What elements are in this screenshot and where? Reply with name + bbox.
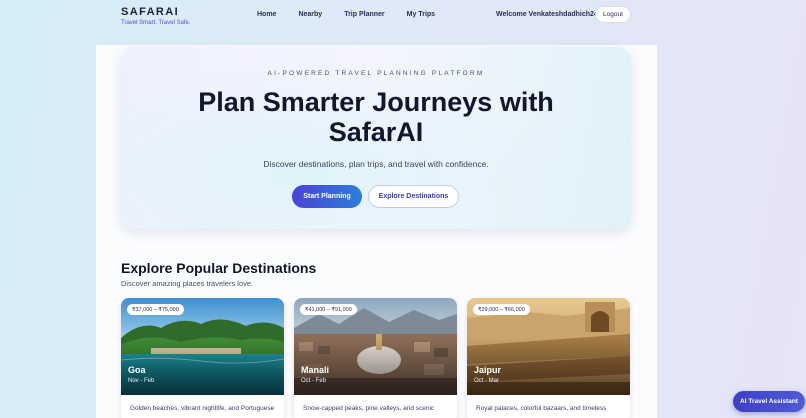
explore-destinations-button[interactable]: Explore Destinations	[368, 185, 459, 208]
brand-logo[interactable]: SAFARAI Travel Smart. Travel Safe.	[121, 6, 190, 26]
destination-card-goa[interactable]: ₹37,000 – ₹75,000 Goa Nov - Feb Golden b…	[121, 298, 284, 418]
logout-button[interactable]: Logout	[595, 6, 631, 23]
nav-home[interactable]: Home	[257, 11, 276, 18]
jaipur-price-badge: ₹29,000 – ₹66,000	[473, 304, 530, 315]
goa-description: Golden beaches, vibrant nightlife, and P…	[130, 405, 275, 412]
goa-season: Nov - Feb	[128, 378, 155, 384]
destination-card-manali[interactable]: ₹41,000 – ₹91,000 Manali Oct - Feb Snow-…	[294, 298, 457, 418]
destinations-subtitle: Discover amazing places travelers love.	[121, 279, 254, 288]
brand-tagline: Travel Smart. Travel Safe.	[121, 20, 191, 26]
destination-card-jaipur[interactable]: ₹29,000 – ₹66,000 Jaipur Oct - Mar Royal…	[467, 298, 630, 418]
goa-name: Goa	[128, 365, 146, 375]
top-header: SAFARAI Travel Smart. Travel Safe. Home …	[0, 0, 806, 32]
brand-name: SAFARAI	[121, 6, 180, 18]
jaipur-name: Jaipur	[474, 365, 502, 375]
nav-trip-planner[interactable]: Trip Planner	[344, 11, 384, 18]
ai-travel-assistant-button[interactable]: AI Travel Assistant	[733, 391, 805, 412]
jaipur-description: Royal palaces, colorful bazaars, and tim…	[476, 405, 607, 412]
main-content: AI-POWERED TRAVEL PLANNING PLATFORM Plan…	[96, 45, 657, 418]
nav-nearby[interactable]: Nearby	[298, 11, 322, 18]
main-nav: Home Nearby Trip Planner My Trips	[257, 11, 457, 18]
jaipur-season: Oct - Mar	[474, 378, 499, 384]
goa-price-badge: ₹37,000 – ₹75,000	[127, 304, 184, 315]
hero-subtitle: Discover destinations, plan trips, and t…	[263, 159, 489, 169]
welcome-text: Welcome Venkateshdadhich24	[496, 11, 598, 18]
manali-season: Oct - Feb	[301, 378, 327, 384]
manali-description: Snow-capped peaks, pine valleys, and sce…	[303, 405, 435, 412]
hero-eyebrow: AI-POWERED TRAVEL PLANNING PLATFORM	[267, 70, 485, 77]
manali-name: Manali	[301, 365, 330, 375]
destinations-title: Explore Popular Destinations	[121, 260, 317, 276]
hero-title: Plan Smarter Journeys with SafarAI	[198, 87, 554, 147]
hero-section: AI-POWERED TRAVEL PLANNING PLATFORM Plan…	[121, 47, 631, 229]
start-planning-button[interactable]: Start Planning	[292, 185, 362, 208]
manali-price-badge: ₹41,000 – ₹91,000	[300, 304, 357, 315]
nav-my-trips[interactable]: My Trips	[407, 11, 435, 18]
